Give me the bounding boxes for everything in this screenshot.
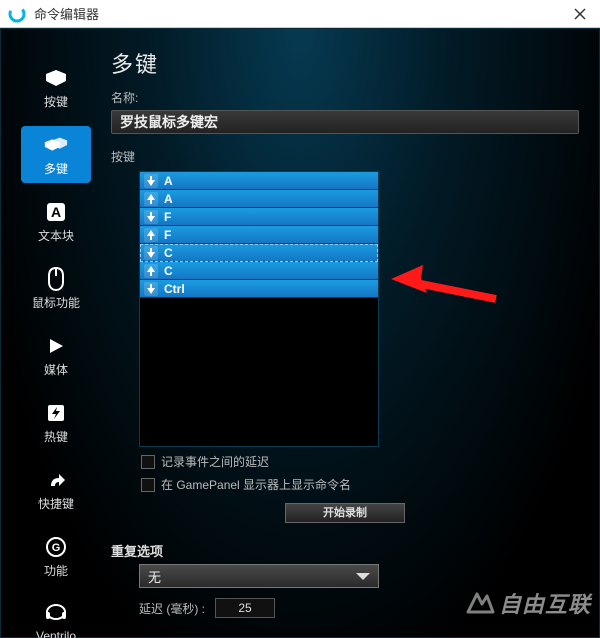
sidebar-item-label: 功能 xyxy=(44,562,68,579)
keystroke-key: F xyxy=(164,228,171,242)
sidebar-item-label: 文本块 xyxy=(38,227,74,244)
svg-text:G: G xyxy=(52,542,61,554)
lightning-icon xyxy=(43,402,69,424)
name-field-row: 名称: xyxy=(111,89,579,134)
svg-text:A: A xyxy=(51,204,61,220)
record-delay-label: 记录事件之间的延迟 xyxy=(161,453,269,470)
keystroke-row[interactable]: C xyxy=(140,244,378,262)
keystroke-row[interactable]: Ctrl xyxy=(140,280,378,298)
gamepanel-checkbox[interactable] xyxy=(141,478,155,492)
sidebar-item-keystroke[interactable]: 按键 xyxy=(21,59,91,116)
play-icon xyxy=(43,335,69,357)
gear-icon: G xyxy=(43,536,69,558)
sidebar-item-label: 按键 xyxy=(44,93,68,110)
keystroke-key: F xyxy=(164,210,171,224)
start-record-button[interactable]: 开始录制 xyxy=(285,503,405,523)
multikey-icon xyxy=(43,134,69,156)
delay-label: 延迟 (毫秒) : xyxy=(139,600,205,617)
sidebar-item-label: 快捷键 xyxy=(38,495,74,512)
gamepanel-label: 在 GamePanel 显示器上显示命令名 xyxy=(161,476,351,493)
repeat-heading: 重复选项 xyxy=(111,541,579,560)
keystroke-row[interactable]: C xyxy=(140,262,378,280)
arrow-up-icon xyxy=(144,192,158,206)
sidebar-item-ventrilo[interactable]: Ventrilo xyxy=(21,595,91,638)
page-title: 多键 xyxy=(111,47,579,79)
sidebar-item-multikey[interactable]: 多键 xyxy=(21,126,91,183)
textblock-icon: A xyxy=(43,201,69,223)
keystroke-row[interactable]: A xyxy=(140,190,378,208)
mouse-icon xyxy=(43,268,69,290)
keystroke-key: A xyxy=(164,174,173,188)
window-body: 按键 多键 A 文本块 鼠标功能 xyxy=(0,28,600,638)
keystroke-key: A xyxy=(164,192,173,206)
arrow-up-icon xyxy=(144,228,158,242)
sidebar-item-label: 媒体 xyxy=(44,361,68,378)
repeat-value: 无 xyxy=(148,567,161,586)
arrow-down-icon xyxy=(144,210,158,224)
shortcut-arrow-icon xyxy=(43,469,69,491)
titlebar: 命令编辑器 xyxy=(0,0,600,28)
delay-input[interactable] xyxy=(215,598,275,618)
keystroke-row[interactable]: F xyxy=(140,208,378,226)
content-pane: 多键 名称: 按键 A A F F xyxy=(111,29,599,637)
gamepanel-row: 在 GamePanel 显示器上显示命令名 xyxy=(141,476,579,493)
window-title: 命令编辑器 xyxy=(34,4,560,23)
sidebar-item-label: 热键 xyxy=(44,428,68,445)
keystroke-key: Ctrl xyxy=(164,282,185,296)
arrow-up-icon xyxy=(144,264,158,278)
sidebar: 按键 多键 A 文本块 鼠标功能 xyxy=(1,29,111,637)
keystroke-row[interactable]: A xyxy=(140,172,378,190)
delay-row: 延迟 (毫秒) : xyxy=(139,598,579,618)
chevron-down-icon xyxy=(356,569,370,584)
sidebar-item-label: 多键 xyxy=(44,160,68,177)
close-button[interactable] xyxy=(560,0,600,28)
record-delay-row: 记录事件之间的延迟 xyxy=(141,453,579,470)
arrow-down-icon xyxy=(144,282,158,296)
keystroke-row[interactable]: F xyxy=(140,226,378,244)
close-icon xyxy=(574,8,586,20)
keystroke-key: C xyxy=(164,246,173,260)
repeat-section: 重复选项 无 延迟 (毫秒) : xyxy=(111,541,579,618)
sidebar-item-media[interactable]: 媒体 xyxy=(21,327,91,384)
sidebar-item-function[interactable]: G 功能 xyxy=(21,528,91,585)
logitech-logo-icon xyxy=(6,3,28,25)
sidebar-item-label: 鼠标功能 xyxy=(32,294,80,311)
keystrokes-label: 按键 xyxy=(111,148,579,165)
sidebar-item-mousefn[interactable]: 鼠标功能 xyxy=(21,260,91,317)
sidebar-item-textblock[interactable]: A 文本块 xyxy=(21,193,91,250)
repeat-select[interactable]: 无 xyxy=(139,564,379,588)
arrow-down-icon xyxy=(144,174,158,188)
key-icon xyxy=(43,67,69,89)
name-label: 名称: xyxy=(111,89,579,106)
sidebar-item-shortcut[interactable]: 快捷键 xyxy=(21,461,91,518)
arrow-down-icon xyxy=(144,246,158,260)
sidebar-item-hotkey[interactable]: 热键 xyxy=(21,394,91,451)
macro-name-input[interactable] xyxy=(111,110,579,134)
record-delay-checkbox[interactable] xyxy=(141,455,155,469)
sidebar-item-label: Ventrilo xyxy=(36,629,76,638)
keystroke-key: C xyxy=(164,264,173,278)
headset-icon xyxy=(43,603,69,625)
keystroke-list[interactable]: A A F F C C Ct xyxy=(139,171,379,447)
